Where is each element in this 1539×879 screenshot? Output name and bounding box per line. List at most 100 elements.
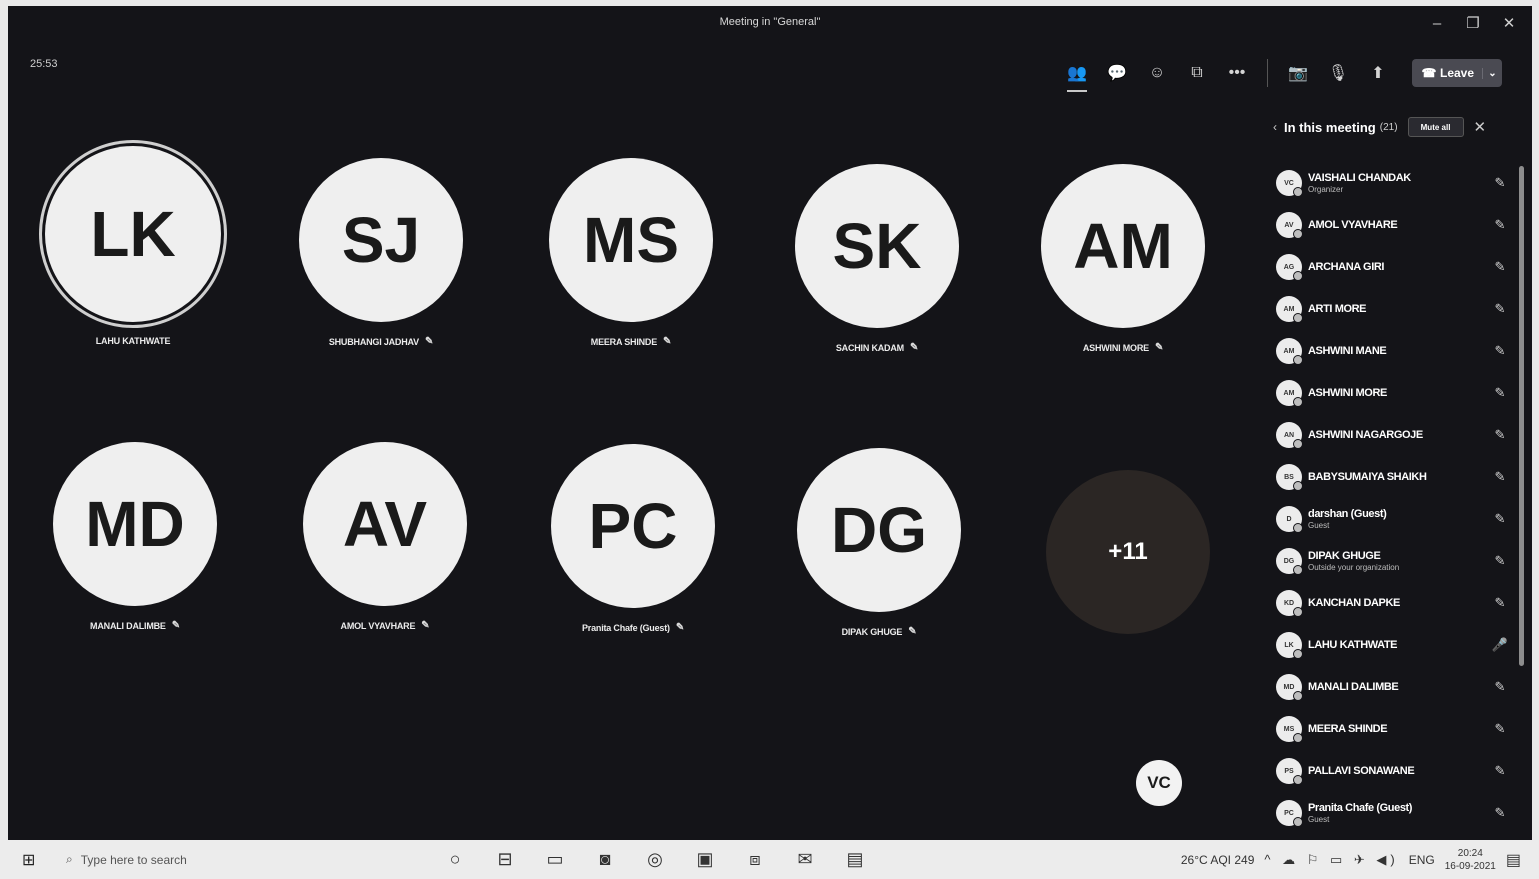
participant-row[interactable]: PS PALLAVI SONAWANE ✎	[1276, 750, 1512, 792]
chat-icon[interactable]: 💬	[1097, 58, 1137, 88]
teams-meeting-icon[interactable]: ▤	[836, 845, 874, 875]
mic-muted-icon: ✎	[1494, 805, 1506, 820]
maximize-button[interactable]: ❐	[1458, 12, 1488, 34]
participant-name: ASHWINI MORE ✎	[1008, 342, 1238, 353]
participant-name-text: SACHIN KADAM	[835, 342, 904, 353]
avatar: KD	[1276, 590, 1303, 617]
chrome-icon[interactable]: ◎	[636, 845, 674, 875]
participant-row[interactable]: AV AMOL VYAVHARE ✎	[1276, 204, 1512, 246]
participant-tile[interactable]: PC Pranita Chafe (Guest) ✎	[518, 444, 748, 633]
participant-name: AMOL VYAVHARE ✎	[270, 620, 500, 631]
close-icon[interactable]: ✕	[1474, 118, 1487, 136]
app-icon[interactable]: ▣	[686, 845, 724, 875]
mic-muted-icon: ✎	[1494, 469, 1506, 484]
people-icon[interactable]: 👥	[1057, 58, 1097, 92]
participant-name: DIPAK GHUGE	[1308, 550, 1381, 562]
participant-name-text: SHUBHANGI JADHAV	[328, 336, 419, 347]
mic-muted-icon: ✎	[1494, 301, 1506, 316]
avatar: SK	[795, 164, 959, 328]
close-button[interactable]: ✕	[1494, 12, 1524, 34]
participant-row[interactable]: Ddarshan (Guest) Guest ✎	[1276, 498, 1512, 540]
leave-button[interactable]: ☎ Leave ⌄	[1412, 59, 1502, 87]
participant-tile[interactable]: AM ASHWINI MORE ✎	[1008, 164, 1238, 353]
mic-muted-icon: ✎	[1494, 511, 1506, 526]
participant-name: MANALI DALIMBE	[1308, 681, 1399, 693]
chevron-down-icon[interactable]: ⌄	[1482, 67, 1502, 79]
teams-icon[interactable]: ⧈	[736, 845, 774, 875]
participant-row[interactable]: AM ARTI MORE ✎	[1276, 288, 1512, 330]
participant-tile[interactable]: MS MEERA SHINDE ✎	[516, 158, 746, 347]
participant-row[interactable]: PC Pranita Chafe (Guest) Guest ✎	[1276, 792, 1512, 834]
participant-name: ASHWINI NAGARGOJE	[1308, 429, 1423, 441]
participant-name: MEERA SHINDE	[1308, 723, 1388, 735]
toolbar-divider	[1267, 59, 1268, 87]
participant-tile[interactable]: DG DIPAK GHUGE ✎	[764, 448, 994, 637]
participant-row[interactable]: AM ASHWINI MORE ✎	[1276, 372, 1512, 414]
mic-muted-icon: ✎	[675, 622, 684, 633]
app-icon[interactable]: ◙	[586, 845, 624, 875]
participant-row[interactable]: KD KANCHAN DAPKE ✎	[1276, 582, 1512, 624]
participant-tile[interactable]: SK SACHIN KADAM ✎	[762, 164, 992, 353]
windows-start-icon[interactable]: ⊞	[22, 850, 50, 870]
tray-icons[interactable]: ^ ☁ ⚐ ▭ ✈ ◀)	[1264, 852, 1398, 868]
self-preview-avatar[interactable]: VC	[1136, 760, 1182, 806]
back-icon[interactable]: ‹	[1266, 120, 1284, 134]
camera-off-icon[interactable]: 📷	[1278, 58, 1318, 88]
more-actions-icon[interactable]: •••	[1217, 58, 1257, 88]
call-timer: 25:53	[30, 58, 58, 70]
avatar: PC	[551, 444, 715, 608]
participant-name: KANCHAN DAPKE	[1308, 597, 1400, 609]
breakout-rooms-icon[interactable]: ⧉	[1177, 58, 1217, 88]
system-tray: 26°C AQI 249 ^ ☁ ⚐ ▭ ✈ ◀) ENG 20:24 16-0…	[1181, 840, 1521, 879]
participant-row[interactable]: AN ASHWINI NAGARGOJE ✎	[1276, 414, 1512, 456]
more-participants-tile[interactable]: +11	[1046, 470, 1210, 634]
participant-tile[interactable]: SJ SHUBHANGI JADHAV ✎	[266, 158, 496, 347]
participant-name: AMOL VYAVHARE	[1308, 219, 1398, 231]
panel-scrollbar[interactable]	[1519, 166, 1524, 666]
clock-time: 20:24	[1457, 847, 1483, 859]
mic-off-icon[interactable]: 🎙	[1318, 58, 1358, 88]
taskbar-search[interactable]: ⌕ Type here to search	[66, 852, 346, 867]
weather-readout[interactable]: 26°C AQI 249	[1181, 853, 1255, 867]
phone-hangup-icon: ☎	[1421, 66, 1437, 80]
minimize-button[interactable]: –	[1422, 12, 1452, 34]
mic-muted-icon: ✎	[1494, 721, 1506, 736]
participant-tile[interactable]: MD MANALI DALIMBE ✎	[20, 442, 250, 631]
participant-name: LAHU KATHWATE	[18, 336, 248, 346]
avatar: AG	[1276, 254, 1303, 281]
avatar: AM	[1276, 296, 1303, 323]
avatar: AN	[1276, 422, 1303, 449]
share-screen-icon[interactable]: ⬆	[1358, 58, 1398, 88]
participant-tile[interactable]: LK LAHU KATHWATE	[18, 146, 248, 346]
mic-muted-icon: ✎	[1494, 385, 1506, 400]
participant-row[interactable]: VC VAISHALI CHANDAK Organizer ✎	[1276, 162, 1512, 204]
avatar: PC	[1276, 800, 1303, 827]
avatar: AM	[1276, 338, 1303, 365]
reactions-icon[interactable]: ☺	[1137, 58, 1177, 88]
file-explorer-icon[interactable]: ▭	[536, 845, 574, 875]
participant-name-text: LAHU KATHWATE	[95, 336, 171, 346]
mail-icon[interactable]: ✉	[786, 845, 824, 875]
task-view-icon[interactable]: ⊟	[486, 845, 524, 875]
participant-row[interactable]: BS BABYSUMAIYA SHAIKH ✎	[1276, 456, 1512, 498]
mic-muted-icon: ✎	[424, 336, 434, 347]
participant-row[interactable]: AM ASHWINI MANE ✎	[1276, 330, 1512, 372]
avatar: PS	[1276, 758, 1303, 785]
participant-name: MANALI DALIMBE ✎	[20, 620, 250, 631]
participant-row[interactable]: AG ARCHANA GIRI ✎	[1276, 246, 1512, 288]
participant-count: (21)	[1379, 121, 1398, 133]
language-indicator[interactable]: ENG	[1409, 853, 1435, 867]
mic-muted-icon: ✎	[421, 620, 430, 631]
participant-tile[interactable]: AV AMOL VYAVHARE ✎	[270, 442, 500, 631]
clock[interactable]: 20:24 16-09-2021	[1445, 847, 1496, 873]
participant-row[interactable]: LK LAHU KATHWATE 🎤	[1276, 624, 1512, 666]
notification-icon[interactable]: ▤	[1506, 850, 1521, 870]
avatar: LK	[45, 146, 221, 322]
participant-row[interactable]: MS MEERA SHINDE ✎	[1276, 708, 1512, 750]
cortana-icon[interactable]: ○	[436, 845, 474, 875]
participant-row[interactable]: MD MANALI DALIMBE ✎	[1276, 666, 1512, 708]
mic-muted-icon: ✎	[1494, 553, 1506, 568]
avatar: MS	[549, 158, 713, 322]
mute-all-button[interactable]: Mute all	[1407, 117, 1464, 137]
participant-row[interactable]: DG DIPAK GHUGE Outside your organization ✎	[1276, 540, 1512, 582]
